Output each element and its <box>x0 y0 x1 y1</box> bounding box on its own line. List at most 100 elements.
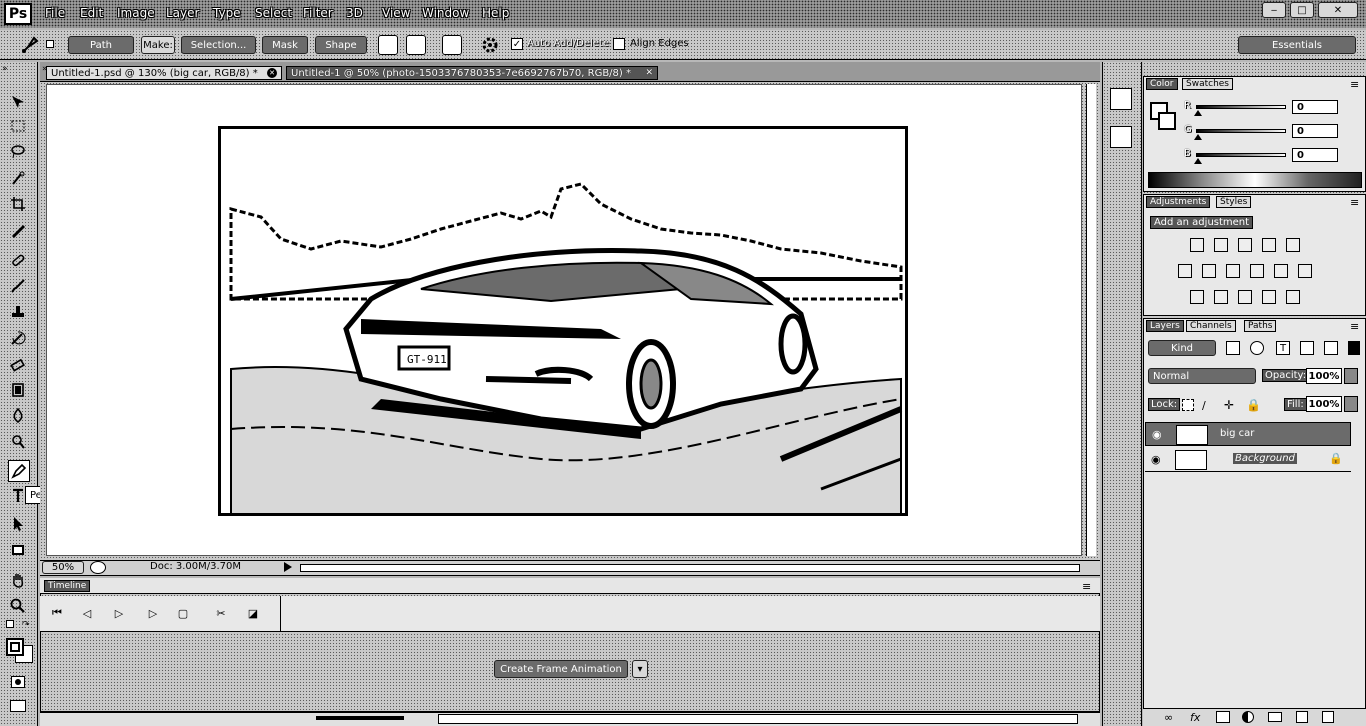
timeline-menu-icon[interactable]: ≡ <box>1082 580 1091 593</box>
channel-slider-thumb-icon[interactable] <box>1194 134 1202 140</box>
marquee-tool-icon[interactable] <box>8 116 28 136</box>
close-icon[interactable]: ✕ <box>645 68 653 78</box>
menu-layer[interactable]: Layer <box>166 6 199 20</box>
tab-adjustments[interactable]: Adjustments <box>1146 196 1211 208</box>
tab-swatches[interactable]: Swatches <box>1182 78 1233 90</box>
document-tab-2[interactable]: Untitled-1 @ 50% (photo-1503376780353-7e… <box>286 66 658 80</box>
menu-filter[interactable]: Filter <box>303 6 333 20</box>
layer-style-icon[interactable]: fx <box>1190 711 1200 724</box>
adjustments-menu-icon[interactable]: ≡ <box>1350 196 1359 209</box>
gear-icon[interactable] <box>480 35 500 55</box>
menu-select[interactable]: Select <box>255 6 292 20</box>
hue-saturation-icon[interactable] <box>1178 264 1192 278</box>
clone-stamp-tool-icon[interactable] <box>8 302 28 322</box>
rectangle-tool-icon[interactable] <box>8 540 28 560</box>
channel-slider-thumb-icon[interactable] <box>1194 110 1202 116</box>
gradient-map-icon[interactable] <box>1262 290 1276 304</box>
vibrance-icon[interactable] <box>1286 238 1300 252</box>
path-alignment-icon[interactable] <box>406 35 426 55</box>
channel-value-b[interactable]: 0 <box>1292 148 1338 162</box>
menu-type[interactable]: Type <box>213 6 241 20</box>
menu-3d[interactable]: 3D <box>346 6 363 20</box>
color-panel-menu-icon[interactable]: ≡ <box>1350 78 1359 91</box>
history-brush-tool-icon[interactable] <box>8 328 28 348</box>
hand-tool-icon[interactable] <box>8 570 28 590</box>
filter-shape-icon[interactable] <box>1300 341 1314 355</box>
mode-select[interactable]: Path <box>68 36 134 54</box>
quick-selection-tool-icon[interactable] <box>8 168 28 188</box>
timeline-scrollbar[interactable] <box>438 714 1078 724</box>
vertical-scrollbar[interactable] <box>1086 84 1096 556</box>
menu-view[interactable]: View <box>382 6 410 20</box>
tab-paths[interactable]: Paths <box>1244 320 1277 332</box>
tab-color[interactable]: Color <box>1146 78 1178 90</box>
channel-slider-b[interactable] <box>1196 153 1286 157</box>
path-selection-tool-icon[interactable] <box>8 514 28 534</box>
levels-icon[interactable] <box>1214 238 1228 252</box>
path-operations-icon[interactable] <box>378 35 398 55</box>
menu-image[interactable]: Image <box>117 6 155 20</box>
create-frame-animation-button[interactable]: Create Frame Animation <box>494 660 628 678</box>
crop-tool-icon[interactable] <box>8 194 28 214</box>
black-white-icon[interactable] <box>1226 264 1240 278</box>
eyedropper-tool-icon[interactable] <box>8 220 28 240</box>
audio-icon[interactable]: ▢ <box>176 606 190 620</box>
brush-tool-icon[interactable] <box>8 276 28 296</box>
scissors-icon[interactable]: ✂ <box>214 606 228 620</box>
exposure-icon[interactable] <box>1262 238 1276 252</box>
next-frame-icon[interactable]: ▷ <box>146 606 160 620</box>
channel-value-g[interactable]: 0 <box>1292 124 1338 138</box>
invert-icon[interactable] <box>1190 290 1204 304</box>
blend-mode-select[interactable]: Normal <box>1148 368 1256 384</box>
delete-layer-icon[interactable] <box>1322 711 1334 723</box>
properties-panel-icon[interactable] <box>1110 126 1132 148</box>
car-photo-layer[interactable]: GT-911 <box>218 126 908 516</box>
new-group-icon[interactable] <box>1268 712 1282 722</box>
layers-menu-icon[interactable]: ≡ <box>1350 320 1359 333</box>
channel-slider-r[interactable] <box>1196 105 1286 109</box>
create-frame-animation-dropdown-icon[interactable]: ▾ <box>632 660 648 678</box>
gradient-tool-icon[interactable] <box>8 380 28 400</box>
bg-color-chip[interactable] <box>1158 112 1176 130</box>
tab-layers[interactable]: Layers <box>1146 320 1184 332</box>
transition-icon[interactable]: ◪ <box>246 606 260 620</box>
lock-position-icon[interactable]: ✛ <box>1224 398 1234 412</box>
preset-dropdown-icon[interactable] <box>46 40 54 48</box>
layer-row-big-car[interactable]: ◉ big car <box>1145 422 1351 446</box>
healing-brush-tool-icon[interactable] <box>8 250 28 270</box>
share-icon[interactable] <box>90 561 106 574</box>
new-adjustment-icon[interactable] <box>1242 711 1254 723</box>
zoom-level-field[interactable]: 50% <box>42 561 84 574</box>
screen-mode-icon[interactable] <box>10 700 26 712</box>
color-spectrum-bar[interactable] <box>1148 172 1362 188</box>
align-edges-checkbox[interactable] <box>613 38 625 50</box>
status-menu-arrow-icon[interactable] <box>284 562 292 572</box>
swap-colors-icon[interactable]: ↷ <box>22 620 30 630</box>
channel-slider-thumb-icon[interactable] <box>1194 158 1202 164</box>
filter-adjustment-icon[interactable] <box>1250 341 1264 355</box>
pen-tool-icon[interactable] <box>8 460 30 482</box>
close-icon[interactable]: ✕ <box>1318 2 1358 18</box>
layer-name-big-car[interactable]: big car <box>1220 428 1254 439</box>
tools-panel-collapse-icon[interactable]: » <box>2 64 8 74</box>
posterize-icon[interactable] <box>1214 290 1228 304</box>
threshold-icon[interactable] <box>1238 290 1252 304</box>
layer-name-background[interactable]: Background <box>1233 453 1297 464</box>
lock-all-icon[interactable]: 🔒 <box>1246 398 1261 412</box>
quick-mask-icon[interactable] <box>11 676 25 688</box>
filter-pixel-icon[interactable] <box>1226 341 1240 355</box>
default-colors-icon[interactable] <box>6 620 14 628</box>
layer-row-background[interactable]: ◉ Background 🔒 <box>1145 448 1351 472</box>
menu-help[interactable]: Help <box>482 6 509 20</box>
make-selection-button[interactable]: Selection... <box>181 36 256 54</box>
tab-channels[interactable]: Channels <box>1186 320 1236 332</box>
close-icon[interactable]: ✕ <box>267 68 277 78</box>
blur-tool-icon[interactable] <box>8 406 28 426</box>
lock-transparent-icon[interactable] <box>1182 399 1194 411</box>
fill-dropdown-icon[interactable] <box>1344 396 1358 412</box>
photo-filter-icon[interactable] <box>1250 264 1264 278</box>
timeline-tab[interactable]: Timeline <box>44 580 91 592</box>
auto-add-delete-checkbox[interactable]: ✓ <box>511 38 523 50</box>
menu-edit[interactable]: Edit <box>80 6 103 20</box>
minimize-icon[interactable]: ‒ <box>1262 2 1286 18</box>
